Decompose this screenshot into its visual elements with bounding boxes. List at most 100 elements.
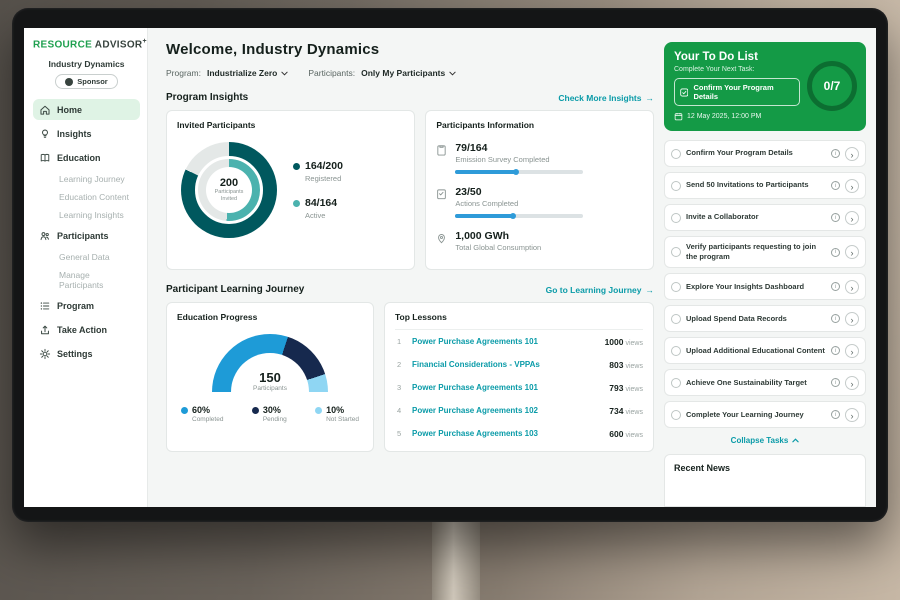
info-icon[interactable]: [831, 248, 840, 257]
lesson-link[interactable]: Power Purchase Agreements 102: [412, 406, 601, 415]
task-checkbox[interactable]: [671, 213, 681, 223]
task-label: Upload Additional Educational Content: [686, 346, 826, 356]
info-icon[interactable]: [831, 314, 840, 323]
chevron-right-icon[interactable]: [845, 280, 859, 294]
lesson-link[interactable]: Power Purchase Agreements 101: [412, 337, 597, 346]
legend-label: Pending: [263, 416, 287, 423]
task-checkbox[interactable]: [671, 346, 681, 356]
participants-filter-dropdown[interactable]: Only My Participants: [361, 68, 456, 78]
legend-dot: [293, 163, 300, 170]
chevron-right-icon[interactable]: [845, 147, 859, 161]
sidebar-item-home[interactable]: Home: [33, 99, 140, 120]
info-icon[interactable]: [831, 346, 840, 355]
sidebar-item-settings[interactable]: Settings: [33, 343, 140, 364]
task-checkbox[interactable]: [671, 410, 681, 420]
task-row[interactable]: Invite a Collaborator: [664, 204, 866, 231]
legend-value: 30%: [263, 405, 281, 415]
task-row[interactable]: Upload Additional Educational Content: [664, 337, 866, 364]
next-task-label: Confirm Your Program Details: [693, 83, 794, 101]
task-row[interactable]: Complete Your Learning Journey: [664, 401, 866, 428]
lesson-link[interactable]: Power Purchase Agreements 101: [412, 383, 601, 392]
invited-donut-outer: 200 Participants Invited: [181, 142, 277, 238]
recent-news-heading: Recent News: [674, 463, 856, 473]
sidebar-item-program[interactable]: Program: [33, 295, 140, 316]
info-icon[interactable]: [831, 282, 840, 291]
sidebar-item-education[interactable]: Education: [33, 147, 140, 168]
stat-label: Emission Survey Completed: [455, 155, 583, 164]
sidebar-item-label: Home: [57, 105, 82, 115]
legend-value: 10%: [326, 405, 344, 415]
collapse-tasks-link[interactable]: Collapse Tasks: [731, 436, 800, 445]
donut-center-value: 200: [220, 177, 238, 189]
task-checkbox[interactable]: [671, 378, 681, 388]
sidebar-item-learning-insights[interactable]: Learning Insights: [33, 207, 140, 222]
gauge-center-label: Participants: [212, 385, 328, 392]
sidebar-item-label: Education: [57, 153, 101, 163]
sidebar-item-manage-participants[interactable]: Manage Participants: [33, 267, 140, 292]
program-filter-dropdown[interactable]: Industrialize Zero: [207, 68, 288, 78]
task-row[interactable]: Achieve One Sustainability Target: [664, 369, 866, 396]
lesson-views: 1000: [605, 337, 624, 347]
lesson-views: 734: [609, 406, 623, 416]
sidebar-item-take-action[interactable]: Take Action: [33, 319, 140, 340]
chevron-right-icon[interactable]: [845, 245, 859, 259]
task-row[interactable]: Confirm Your Program Details: [664, 140, 866, 167]
chevron-right-icon[interactable]: [845, 211, 859, 225]
participants-icon: [39, 230, 51, 242]
lesson-link[interactable]: Financial Considerations - VPPAs: [412, 360, 601, 369]
arrow-right-icon: →: [646, 93, 655, 103]
legend-value: 164/200: [305, 160, 343, 172]
go-to-learning-journey-link[interactable]: Go to Learning Journey →: [546, 285, 654, 295]
sidebar-item-insights[interactable]: Insights: [33, 123, 140, 144]
main-column: Welcome, Industry Dynamics Program: Indu…: [148, 28, 664, 507]
sidebar-nav: Home Insights Education Learning Journey…: [33, 99, 140, 364]
check-more-insights-link[interactable]: Check More Insights →: [558, 93, 654, 103]
next-task-box[interactable]: Confirm Your Program Details: [674, 78, 800, 106]
lesson-row: 4 Power Purchase Agreements 102 734views: [395, 399, 643, 422]
info-icon[interactable]: [831, 149, 840, 158]
legend-label: Active: [305, 211, 343, 220]
task-checkbox[interactable]: [671, 149, 681, 159]
task-row[interactable]: Send 50 Invitations to Participants: [664, 172, 866, 199]
todo-column: Your To Do List Complete Your Next Task:…: [664, 28, 876, 507]
task-row[interactable]: Explore Your Insights Dashboard: [664, 273, 866, 300]
todo-due-date: 12 May 2025, 12:00 PM: [674, 112, 800, 121]
participants-filter-label: Participants:: [308, 68, 355, 78]
info-icon[interactable]: [831, 181, 840, 190]
info-icon[interactable]: [831, 378, 840, 387]
task-checkbox[interactable]: [671, 282, 681, 292]
task-row[interactable]: Upload Spend Data Records: [664, 305, 866, 332]
legend-completed: 60% Completed: [181, 405, 223, 423]
collapse-text: Collapse Tasks: [731, 436, 789, 445]
legend-value: 84/164: [305, 197, 337, 209]
sponsor-badge[interactable]: Sponsor: [55, 74, 117, 89]
sidebar-item-participants[interactable]: Participants: [33, 225, 140, 246]
program-filter-value: Industrialize Zero: [207, 68, 277, 78]
info-icon[interactable]: [831, 410, 840, 419]
link-text: Go to Learning Journey: [546, 285, 642, 295]
task-checkbox[interactable]: [671, 314, 681, 324]
lesson-link[interactable]: Power Purchase Agreements 103: [412, 429, 601, 438]
progress-bar: [455, 170, 583, 174]
chevron-right-icon[interactable]: [845, 344, 859, 358]
chevron-right-icon[interactable]: [845, 376, 859, 390]
chevron-right-icon[interactable]: [845, 179, 859, 193]
sidebar-item-general-data[interactable]: General Data: [33, 249, 140, 264]
chevron-right-icon[interactable]: [845, 312, 859, 326]
task-checkbox[interactable]: [671, 247, 681, 257]
task-row[interactable]: Verify participants requesting to join t…: [664, 236, 866, 268]
take-action-icon: [39, 324, 51, 336]
task-checkbox[interactable]: [671, 181, 681, 191]
progress-bar: [455, 214, 583, 218]
lesson-views: 793: [609, 383, 623, 393]
chevron-right-icon[interactable]: [845, 408, 859, 422]
card-title: Education Progress: [177, 312, 363, 322]
sidebar-item-education-content[interactable]: Education Content: [33, 189, 140, 204]
task-label: Confirm Your Program Details: [686, 148, 826, 158]
info-icon[interactable]: [831, 213, 840, 222]
card-title: Participants Information: [436, 120, 643, 130]
sidebar: RESOURCE ADVISOR+ Industry Dynamics Spon…: [24, 28, 148, 507]
sidebar-item-learning-journey[interactable]: Learning Journey: [33, 171, 140, 186]
card-title: Invited Participants: [177, 120, 404, 130]
legend-dot: [181, 407, 188, 414]
